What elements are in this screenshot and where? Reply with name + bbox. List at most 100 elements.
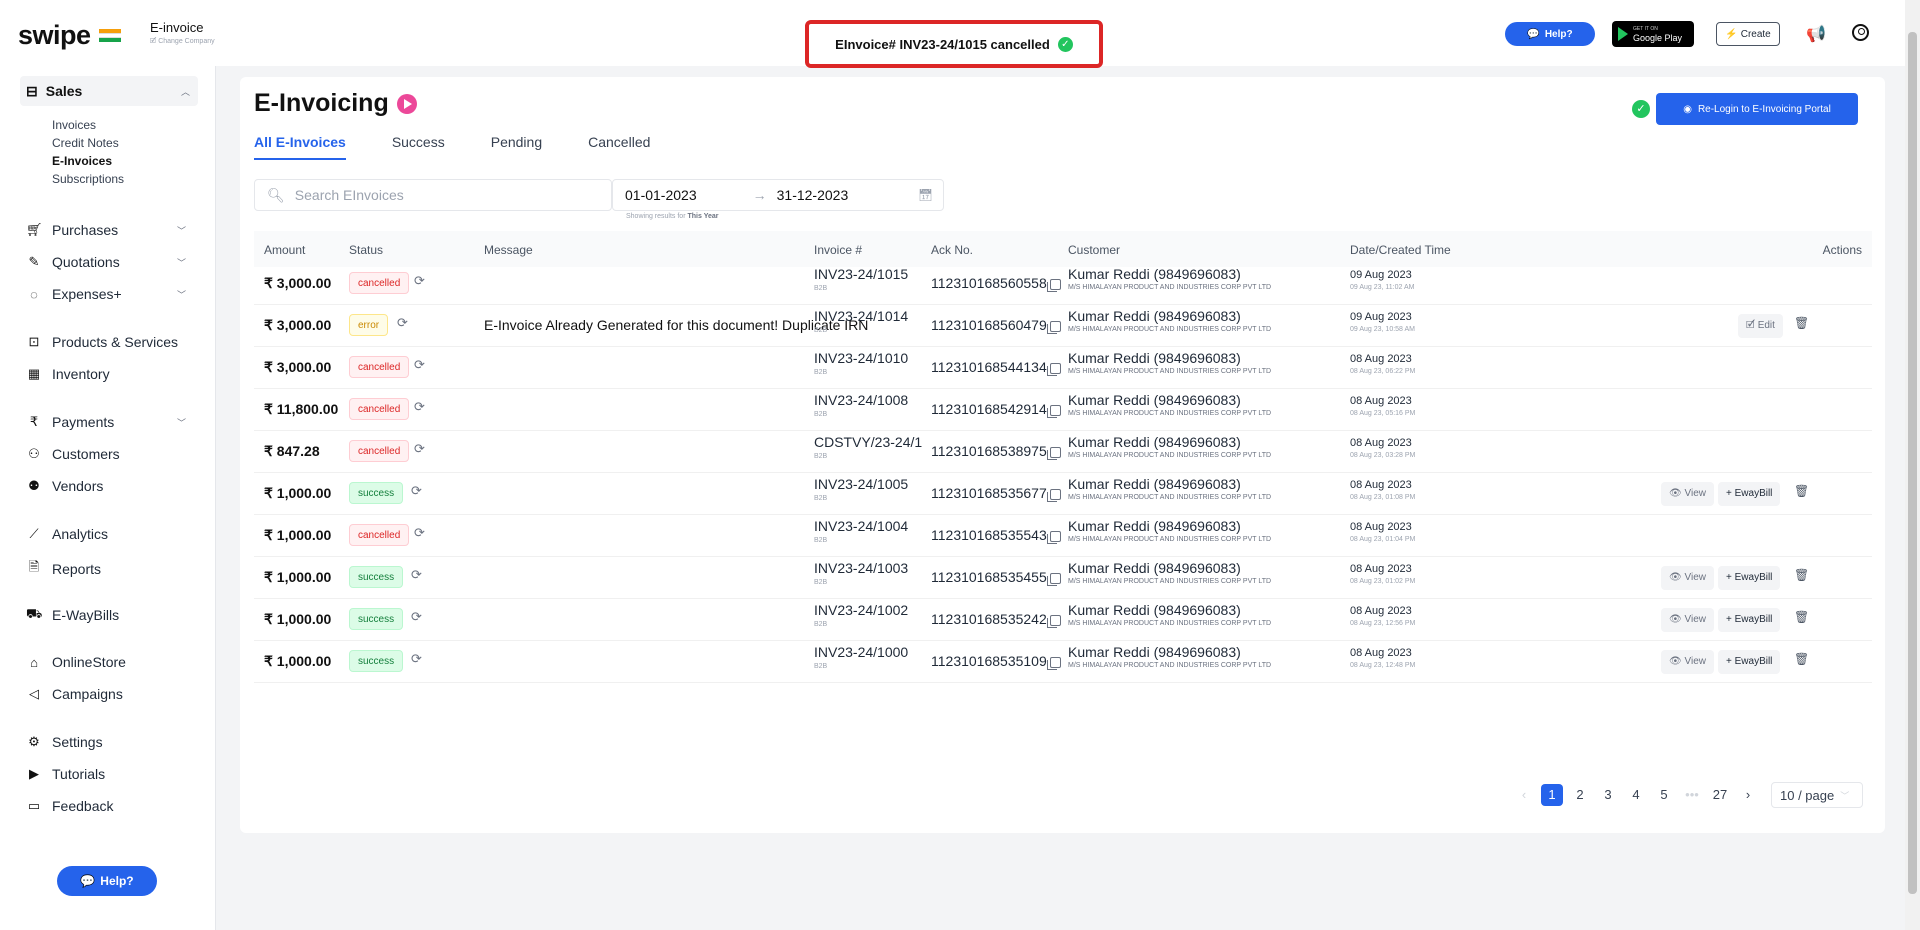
megaphone-icon[interactable]: 📢 [1806, 24, 1826, 44]
invoice-number[interactable]: INV23-24/1005 [814, 476, 932, 492]
table-row[interactable]: ₹ 1,000.00 success ⟳ INV23-24/1000 B2B 112310… [254, 641, 1872, 683]
sidebar-item-analytics[interactable]: ⟋ Analytics [26, 526, 196, 542]
invoice-number[interactable]: INV23-24/1004 [814, 518, 932, 534]
sidebar-sub-e-invoices[interactable]: E-Invoices [52, 154, 112, 168]
sidebar-item-vendors[interactable]: ⚉ Vendors [26, 478, 196, 494]
table-row[interactable]: ₹ 847.28 cancelled ⟳ CDSTVY/23-24/1 B2B 11231… [254, 431, 1872, 473]
copy-icon[interactable] [1046, 614, 1061, 628]
change-company-link[interactable]: 🗹 Change Company [150, 37, 215, 48]
table-row[interactable]: ₹ 3,000.00 error ⟳ E-Invoice Already Genera… [254, 305, 1872, 347]
invoice-number[interactable]: INV23-24/1010 [814, 350, 932, 366]
sidebar-item-campaigns[interactable]: ◁ Campaigns [26, 686, 196, 702]
tab-success[interactable]: Success [392, 134, 445, 160]
edit-button[interactable]: 🗹 Edit [1738, 314, 1783, 338]
invoice-number[interactable]: INV23-24/1003 [814, 560, 932, 576]
help-button[interactable]: 💬 Help? [1505, 22, 1595, 46]
sidebar-item-feedback[interactable]: ▭ Feedback [26, 798, 196, 814]
page-size-select[interactable]: 10 / page ﹀ [1771, 782, 1863, 808]
table-row[interactable]: ₹ 1,000.00 success ⟳ INV23-24/1005 B2B 112310… [254, 473, 1872, 515]
page-button[interactable]: 5 [1653, 784, 1675, 806]
tab-pending[interactable]: Pending [491, 134, 542, 160]
refresh-icon[interactable]: ⟳ [414, 441, 425, 457]
trash-icon[interactable]: 🗑︎ [1794, 652, 1809, 666]
table-row[interactable]: ₹ 3,000.00 cancelled ⟳ INV23-24/1015 B2B 1123… [254, 263, 1872, 305]
invoice-number[interactable]: INV23-24/1015 [814, 266, 932, 282]
sidebar-item-reports[interactable]: 🗎 Reports [26, 558, 196, 580]
tab-all-e-invoices[interactable]: All E-Invoices [254, 134, 346, 160]
google-play-badge[interactable]: GET IT ON Google Play [1612, 21, 1694, 47]
table-row[interactable]: ₹ 1,000.00 success ⟳ INV23-24/1002 B2B 112310… [254, 599, 1872, 641]
sidebar-sub-invoices[interactable]: Invoices [52, 118, 96, 132]
tab-cancelled[interactable]: Cancelled [588, 134, 650, 160]
page-button[interactable]: 1 [1541, 784, 1563, 806]
copy-icon[interactable] [1046, 656, 1061, 670]
prev-page-icon[interactable]: ‹ [1513, 784, 1535, 806]
copy-icon[interactable] [1046, 446, 1061, 460]
refresh-icon[interactable]: ⟳ [414, 357, 425, 373]
sidebar-item-purchases[interactable]: 🛒︎ Purchases ﹀ [26, 222, 196, 238]
scrollbar-thumb[interactable] [1908, 32, 1917, 894]
copy-icon[interactable] [1046, 320, 1061, 334]
invoice-number[interactable]: INV23-24/1008 [814, 392, 932, 408]
sidebar-item-inventory[interactable]: ▦ Inventory [26, 366, 196, 382]
help-button-sidebar[interactable]: 💬 Help? [57, 866, 157, 896]
sidebar-item-sales[interactable]: ⊟ Sales ︿ [20, 76, 198, 106]
copy-icon[interactable] [1046, 530, 1061, 544]
page-button[interactable]: 27 [1709, 784, 1731, 806]
page-button[interactable]: 3 [1597, 784, 1619, 806]
swipe-logo[interactable]: swipe [18, 20, 121, 51]
next-page-icon[interactable]: › [1737, 784, 1759, 806]
sidebar-item-tutorials[interactable]: ▶ Tutorials [26, 766, 196, 782]
sidebar-item-e-waybills[interactable]: ⛟ E-WayBills [26, 606, 196, 624]
page-button[interactable]: 2 [1569, 784, 1591, 806]
view-button[interactable]: 👁︎ View [1661, 482, 1714, 506]
refresh-icon[interactable]: ⟳ [414, 399, 425, 415]
sidebar-sub-credit-notes[interactable]: Credit Notes [52, 136, 119, 150]
copy-icon[interactable] [1046, 278, 1061, 292]
play-video-icon[interactable] [396, 93, 417, 114]
table-row[interactable]: ₹ 11,800.00 cancelled ⟳ INV23-24/1008 B2B 112… [254, 389, 1872, 431]
trash-icon[interactable]: 🗑︎ [1794, 610, 1809, 624]
sidebar-item-products-services[interactable]: ⊡ Products & Services [26, 334, 196, 350]
copy-icon[interactable] [1046, 404, 1061, 418]
sidebar-item-expenses[interactable]: ◌ Expenses+ ﹀ [26, 286, 196, 302]
invoice-number[interactable]: CDSTVY/23-24/1 [814, 434, 932, 450]
ewaybill-button[interactable]: + EwayBill [1718, 608, 1781, 632]
trash-icon[interactable]: 🗑︎ [1794, 568, 1809, 582]
date-to[interactable]: 31-12-2023 [777, 187, 849, 203]
relogin-button[interactable]: ◉ Re-Login to E-Invoicing Portal [1656, 93, 1858, 125]
sidebar-item-customers[interactable]: ⚇ Customers [26, 446, 196, 462]
sidebar-item-quotations[interactable]: ✎ Quotations ﹀ [26, 254, 196, 270]
sidebar-item-settings[interactable]: ⚙ Settings [26, 734, 196, 750]
copy-icon[interactable] [1046, 488, 1061, 502]
search-input[interactable] [294, 187, 575, 203]
ewaybill-button[interactable]: + EwayBill [1718, 482, 1781, 506]
user-account-icon[interactable] [1852, 24, 1869, 41]
refresh-icon[interactable]: ⟳ [411, 483, 422, 499]
view-button[interactable]: 👁︎ View [1661, 650, 1714, 674]
ewaybill-button[interactable]: + EwayBill [1718, 650, 1781, 674]
date-from[interactable]: 01-01-2023 [625, 187, 697, 203]
refresh-icon[interactable]: ⟳ [414, 525, 425, 541]
sidebar-item-payments[interactable]: ₹ Payments ﹀ [26, 414, 196, 430]
copy-icon[interactable] [1046, 572, 1061, 586]
invoice-number[interactable]: INV23-24/1014 [814, 308, 932, 324]
invoice-number[interactable]: INV23-24/1002 [814, 602, 932, 618]
refresh-icon[interactable]: ⟳ [411, 609, 422, 625]
company-switcher[interactable]: E-invoice 🗹 Change Company [150, 20, 215, 48]
ewaybill-button[interactable]: + EwayBill [1718, 566, 1781, 590]
sidebar-sub-subscriptions[interactable]: Subscriptions [52, 172, 124, 186]
table-row[interactable]: ₹ 3,000.00 cancelled ⟳ INV23-24/1010 B2B 1123… [254, 347, 1872, 389]
more-pages-icon[interactable]: ••• [1681, 784, 1703, 806]
refresh-icon[interactable]: ⟳ [414, 273, 425, 289]
copy-icon[interactable] [1046, 362, 1061, 376]
view-button[interactable]: 👁︎ View [1661, 566, 1714, 590]
refresh-icon[interactable]: ⟳ [397, 315, 408, 331]
table-row[interactable]: ₹ 1,000.00 success ⟳ INV23-24/1003 B2B 112310… [254, 557, 1872, 599]
trash-icon[interactable]: 🗑︎ [1794, 316, 1809, 330]
sidebar-item-onlinestore[interactable]: ⌂ OnlineStore [26, 654, 196, 670]
invoice-number[interactable]: INV23-24/1000 [814, 644, 932, 660]
trash-icon[interactable]: 🗑︎ [1794, 484, 1809, 498]
refresh-icon[interactable]: ⟳ [411, 651, 422, 667]
date-range-picker[interactable]: 01-01-2023 → 31-12-2023 📅︎ [612, 179, 944, 211]
